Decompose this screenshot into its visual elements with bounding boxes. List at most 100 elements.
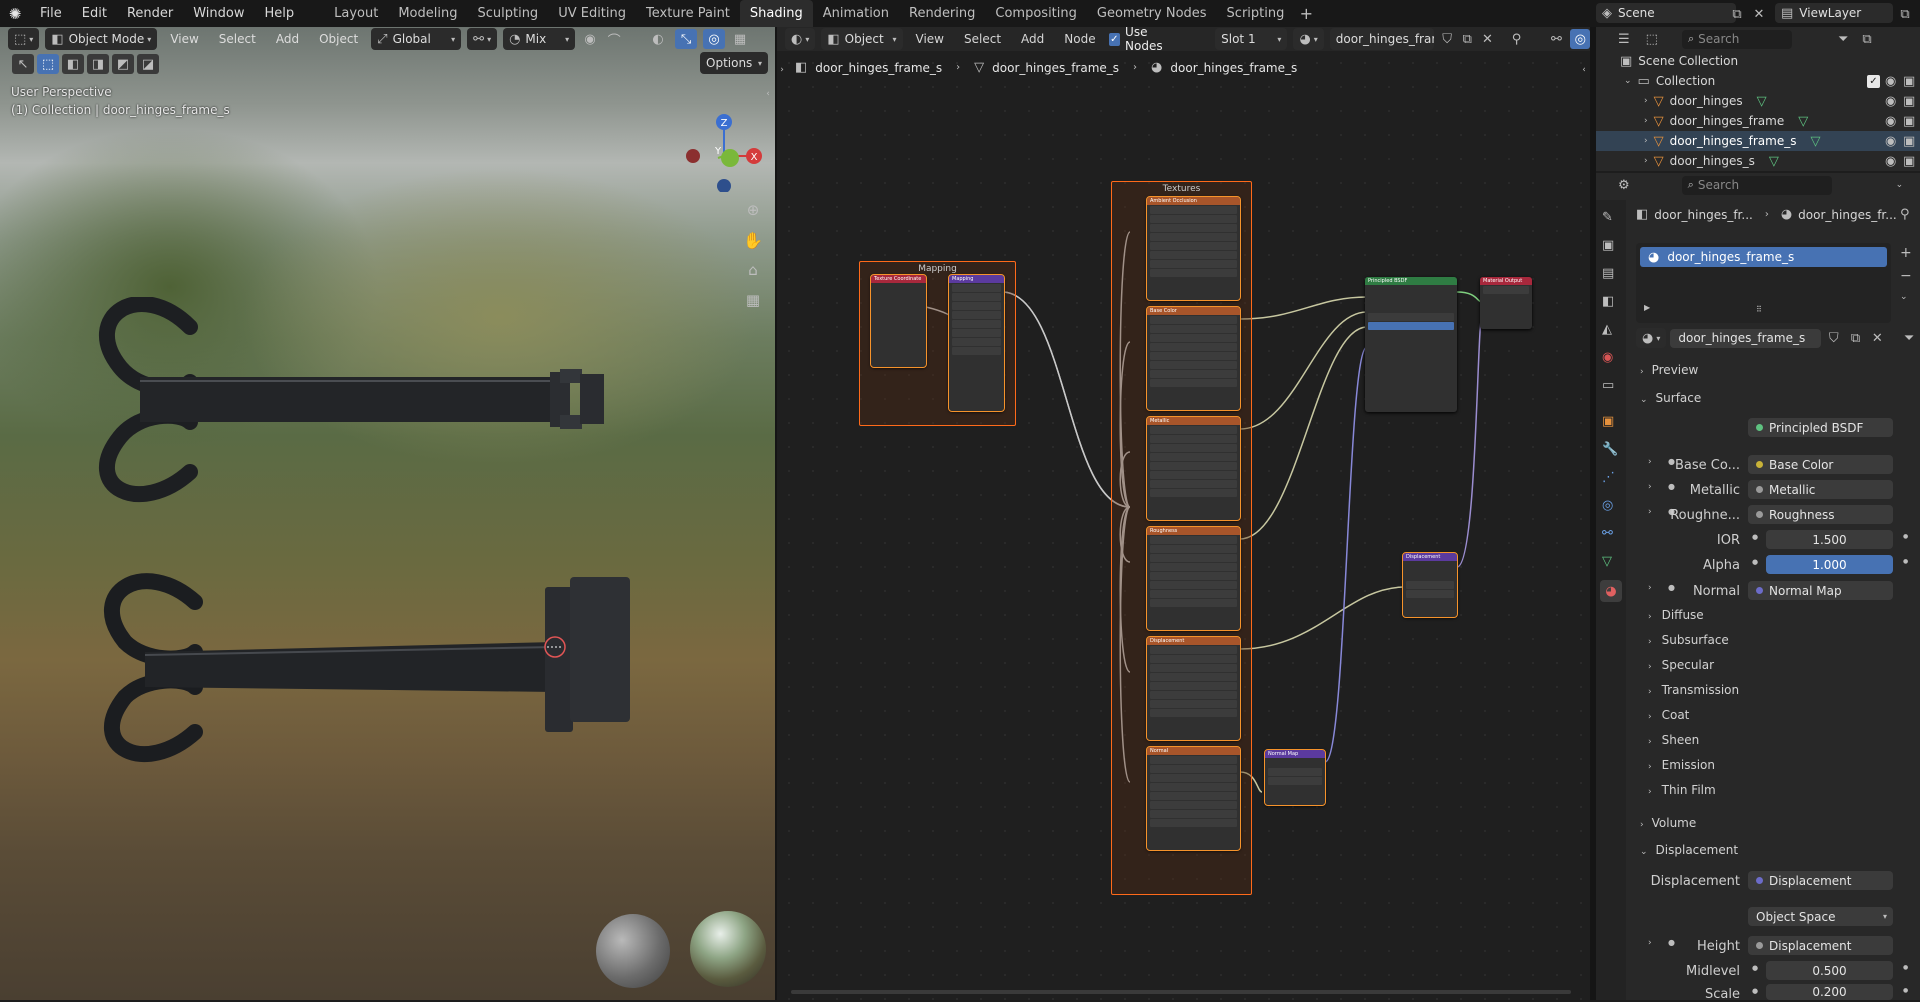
emission-subpanel[interactable]: › Emission <box>1648 758 1715 772</box>
outliner-row-door-hinges-frame[interactable]: › ▽ door_hinges_frame ▽ ◉ ▣ <box>1596 111 1920 131</box>
tab-geometry-nodes[interactable]: Geometry Nodes <box>1087 0 1217 27</box>
tab-shading[interactable]: Shading <box>739 0 813 27</box>
menu-help[interactable]: Help <box>255 6 305 21</box>
object-tab-icon[interactable]: ▣ <box>1602 414 1614 429</box>
displacement-input-field[interactable]: Displacement <box>1748 871 1893 890</box>
editor-type-button[interactable]: ⬚ ▾ <box>8 28 40 50</box>
xray-icon[interactable]: ▦ <box>731 32 749 47</box>
roughness-input-field[interactable]: Roughness <box>1748 505 1893 524</box>
eye-icon[interactable]: ◉ <box>1885 74 1896 89</box>
scene-tab-icon[interactable]: ◭ <box>1602 322 1612 337</box>
expand-normal-icon[interactable]: › <box>1648 583 1652 593</box>
orientation-dropdown[interactable]: ⤢ Global ▾ <box>371 28 462 50</box>
volume-panel-header[interactable]: › Volume <box>1640 816 1696 830</box>
add-slot-icon[interactable]: + <box>1900 245 1912 261</box>
pin-icon[interactable]: ⚲ <box>1900 207 1910 222</box>
collection-tab-icon[interactable]: ▭ <box>1602 378 1614 393</box>
tab-compositing[interactable]: Compositing <box>985 0 1087 27</box>
props-breadcrumb-object[interactable]: door_hinges_fr... <box>1654 208 1753 222</box>
data-tab-icon[interactable]: ▽ <box>1602 554 1612 569</box>
proportional-edit-icon[interactable]: ◉ <box>581 32 599 47</box>
midlevel-input-field[interactable]: 0.500 <box>1766 961 1893 980</box>
tab-scripting[interactable]: Scripting <box>1217 0 1295 27</box>
camera-render-icon[interactable]: ▣ <box>1903 154 1915 169</box>
subsurface-subpanel[interactable]: › Subsurface <box>1648 633 1729 647</box>
keyframe-dot-icon[interactable]: ● <box>1903 558 1908 565</box>
tab-layout[interactable]: Layout <box>324 0 388 27</box>
viewport-menu-add[interactable]: Add <box>269 32 306 46</box>
select-invert-icon[interactable]: ◩ <box>112 54 134 74</box>
visibility-icon[interactable]: ◐ <box>647 32 669 47</box>
material-browse-button[interactable]: ◕ ▾ <box>1636 328 1667 348</box>
expand-roughness-icon[interactable]: › <box>1648 507 1652 517</box>
tool-tab-icon[interactable]: ✎ <box>1602 210 1613 225</box>
specular-subpanel[interactable]: › Specular <box>1648 658 1714 672</box>
diffuse-subpanel[interactable]: › Diffuse <box>1648 608 1704 622</box>
new-collection-icon[interactable]: ⧉ <box>1862 32 1871 47</box>
menu-render[interactable]: Render <box>117 6 183 21</box>
scene-selector[interactable]: ◈ Scene <box>1596 3 1736 23</box>
surface-panel-header[interactable]: ⌄ Surface <box>1640 391 1701 405</box>
tab-uv-editing[interactable]: UV Editing <box>548 0 636 27</box>
normal-texture-node[interactable]: Normal <box>1146 746 1241 851</box>
base-color-input-field[interactable]: Base Color <box>1748 455 1893 474</box>
hinge-top-model[interactable] <box>80 297 620 507</box>
mapping-node[interactable]: Mapping <box>948 274 1005 412</box>
camera-render-icon[interactable]: ▣ <box>1903 114 1915 129</box>
coat-subpanel[interactable]: › Coat <box>1648 708 1689 722</box>
expand-list-icon[interactable]: ▶ <box>1644 303 1650 312</box>
viewport-menu-select[interactable]: Select <box>212 32 263 46</box>
new-scene-icon[interactable]: ⧉ <box>1728 5 1746 23</box>
tab-rendering[interactable]: Rendering <box>899 0 985 27</box>
ior-input-field[interactable]: 1.500 <box>1766 530 1893 549</box>
outliner-editor-icon[interactable]: ☰ <box>1618 32 1630 47</box>
menu-file[interactable]: File <box>30 6 72 21</box>
tab-animation[interactable]: Animation <box>813 0 899 27</box>
select-intersect-icon[interactable]: ◪ <box>137 54 159 74</box>
surface-shader-field[interactable]: Principled BSDF <box>1748 418 1893 437</box>
tab-modeling[interactable]: Modeling <box>388 0 467 27</box>
eye-icon[interactable]: ◉ <box>1885 94 1896 109</box>
transmission-subpanel[interactable]: › Transmission <box>1648 683 1739 697</box>
hinge-bottom-model[interactable] <box>85 567 645 767</box>
material-output-node[interactable]: Material Output <box>1480 277 1532 329</box>
select-extend-icon[interactable]: ◧ <box>62 54 84 74</box>
slot-menu-icon[interactable]: ⌄ <box>1900 292 1908 302</box>
checkbox-icon[interactable]: ✓ <box>1867 74 1880 88</box>
alpha-input-field[interactable]: 1.000 <box>1766 555 1893 574</box>
camera-icon[interactable]: ⌂ <box>740 257 766 283</box>
props-breadcrumb-material[interactable]: door_hinges_fr... <box>1798 208 1897 222</box>
base-color-texture-node[interactable]: Base Color <box>1146 306 1241 411</box>
select-box-icon[interactable]: ⬚ <box>37 54 59 74</box>
principled-bsdf-node[interactable]: Principled BSDF <box>1365 277 1457 412</box>
physics-tab-icon[interactable]: ◎ <box>1602 498 1613 513</box>
eye-icon[interactable]: ◉ <box>1885 134 1896 149</box>
thin-film-subpanel[interactable]: › Thin Film <box>1648 783 1716 797</box>
metallic-texture-node[interactable]: Metallic <box>1146 416 1241 521</box>
material-slot-item[interactable]: ◕ door_hinges_frame_s <box>1640 247 1887 267</box>
fake-user-shield-icon[interactable]: ⛉ <box>1825 331 1843 346</box>
render-tab-icon[interactable]: ▣ <box>1602 238 1614 253</box>
select-subtract-icon[interactable]: ◨ <box>87 54 109 74</box>
filter-icon[interactable]: ⏷ <box>1838 32 1848 47</box>
menu-window[interactable]: Window <box>183 6 254 21</box>
outliner-row-scene-collection[interactable]: ▣ Scene Collection <box>1596 51 1920 71</box>
zoom-icon[interactable]: ⊕ <box>740 197 766 223</box>
height-input-field[interactable]: Displacement <box>1748 936 1893 955</box>
keyframe-dot-icon[interactable]: ● <box>1903 987 1908 994</box>
node-tree-icon[interactable]: ⏷ <box>1898 331 1920 346</box>
snap-blend-dropdown[interactable]: ◔ Mix ▾ <box>503 28 576 50</box>
pan-hand-icon[interactable]: ✋ <box>740 227 766 253</box>
roughness-texture-node[interactable]: Roughness <box>1146 526 1241 631</box>
select-cursor-icon[interactable]: ↖ <box>12 54 34 74</box>
material-name-input[interactable]: door_hinges_frame_s <box>1670 328 1821 348</box>
pivot-dropdown[interactable]: ⚯ ▾ <box>467 28 498 50</box>
output-tab-icon[interactable]: ▤ <box>1602 266 1614 281</box>
normal-map-node[interactable]: Normal Map <box>1264 749 1326 806</box>
displacement-node[interactable]: Displacement <box>1402 552 1458 618</box>
collapse-arrow-icon[interactable]: ‹ <box>762 87 774 101</box>
scale-input-field[interactable]: 0.200 <box>1766 984 1893 1000</box>
camera-render-icon[interactable]: ▣ <box>1903 94 1915 109</box>
displacement-space-dropdown[interactable]: Object Space ▾ <box>1748 907 1893 926</box>
display-mode-icon[interactable]: ⬚ <box>1646 32 1658 47</box>
